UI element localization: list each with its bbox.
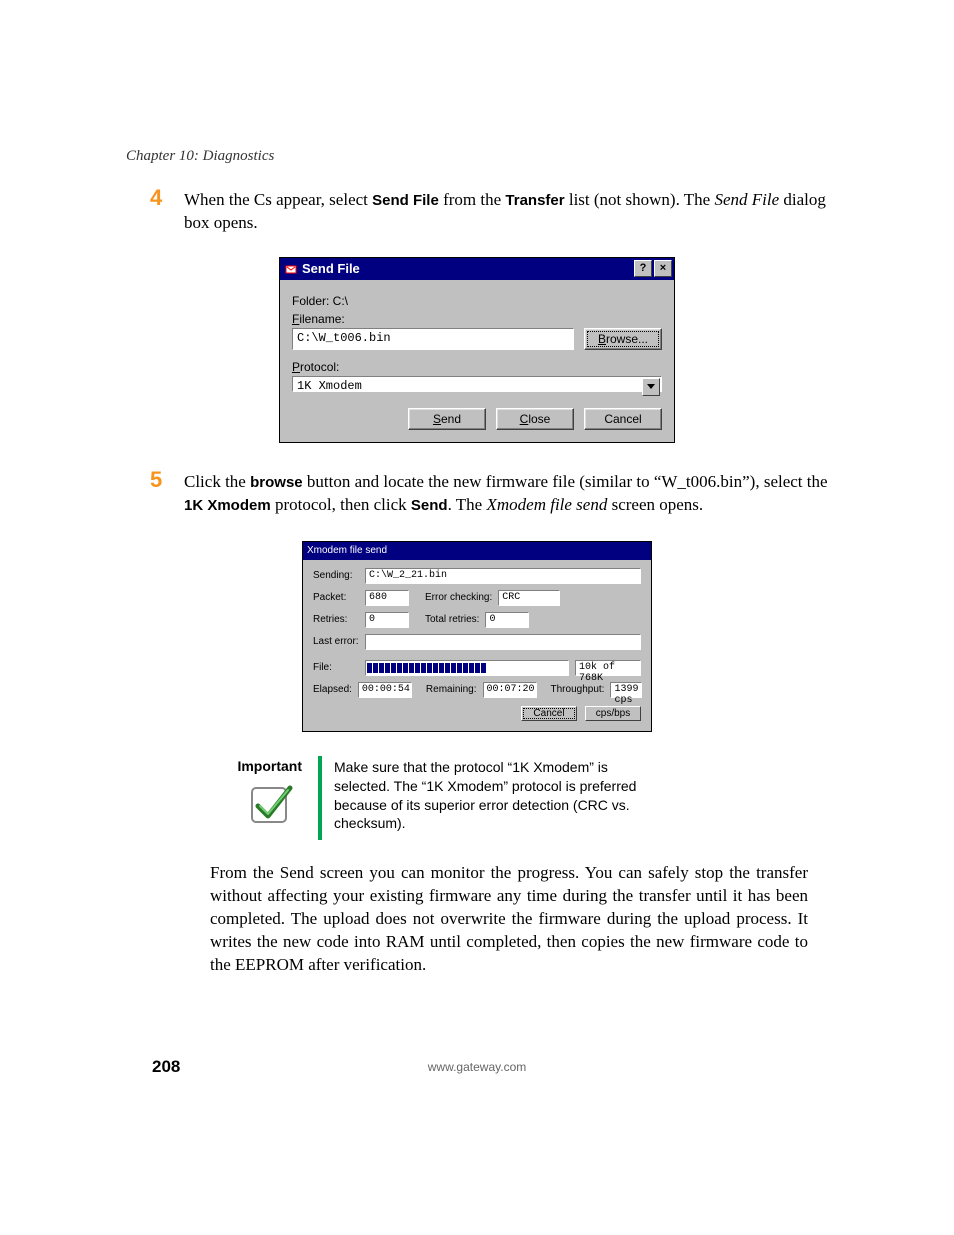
important-label: Important xyxy=(216,756,312,774)
protocol-label: Protocol: xyxy=(292,360,662,374)
throughput-label: Throughput: xyxy=(551,684,605,695)
total-retries-value: 0 xyxy=(485,612,529,628)
throughput-value: 1399 cps xyxy=(610,682,642,698)
titlebar: Xmodem file send xyxy=(303,542,651,560)
step-5: 5 Click the browse button and locate the… xyxy=(184,471,828,517)
footer-url: www.gateway.com xyxy=(428,1060,526,1074)
step-4-text: When the Cs appear, select Send File fro… xyxy=(184,189,828,235)
filename-label: Filename: xyxy=(292,312,662,326)
step-number: 4 xyxy=(150,185,162,211)
close-dialog-button[interactable]: Close xyxy=(496,408,574,430)
important-text: Make sure that the protocol “1K Xmodem” … xyxy=(334,756,654,834)
error-checking-label: Error checking: xyxy=(425,592,492,603)
chevron-down-icon[interactable] xyxy=(642,378,660,396)
file-progress xyxy=(365,660,569,676)
xmodem-send-dialog: Xmodem file send Sending: C:\W_2_21.bin … xyxy=(302,541,652,732)
protocol-value[interactable]: 1K Xmodem xyxy=(292,376,662,392)
cancel-button[interactable]: Cancel xyxy=(584,408,662,430)
file-status: 10k of 768K xyxy=(575,660,641,676)
step-5-text: Click the browse button and locate the n… xyxy=(184,471,828,517)
titlebar: Send File ? × xyxy=(280,258,674,280)
total-retries-label: Total retries: xyxy=(425,614,479,625)
dialog-title: Send File xyxy=(302,261,632,276)
page-footer: 208 www.gateway.com xyxy=(0,1057,954,1077)
cancel-button[interactable]: Cancel xyxy=(521,706,577,721)
important-callout: Important Make sure that the protocol “1… xyxy=(216,756,828,840)
protocol-combo[interactable]: 1K Xmodem xyxy=(292,376,662,392)
retries-label: Retries: xyxy=(313,614,359,625)
file-label: File: xyxy=(313,662,359,673)
filename-input[interactable]: C:\W_t006.bin xyxy=(292,328,574,350)
remaining-value: 00:07:20 xyxy=(483,682,537,698)
retries-value: 0 xyxy=(365,612,409,628)
step-number: 5 xyxy=(150,467,162,493)
folder-label: Folder: C:\ xyxy=(292,294,662,308)
packet-value: 680 xyxy=(365,590,409,606)
elapsed-label: Elapsed: xyxy=(313,684,352,695)
sending-label: Sending: xyxy=(313,570,359,581)
last-error-label: Last error: xyxy=(313,636,359,647)
help-button[interactable]: ? xyxy=(634,260,652,277)
app-icon xyxy=(284,262,298,276)
dialog-title: Xmodem file send xyxy=(307,545,649,556)
separator-bar xyxy=(318,756,322,840)
send-file-dialog: Send File ? × Folder: C:\ Filename: C:\W… xyxy=(279,257,675,443)
elapsed-value: 00:00:54 xyxy=(358,682,412,698)
checkmark-icon xyxy=(246,780,296,835)
step-4: 4 When the Cs appear, select Send File f… xyxy=(184,189,828,235)
error-checking-value: CRC xyxy=(498,590,560,606)
browse-button[interactable]: Browse... xyxy=(584,328,662,350)
send-button[interactable]: Send xyxy=(408,408,486,430)
page-number: 208 xyxy=(152,1057,180,1077)
packet-label: Packet: xyxy=(313,592,359,603)
remaining-label: Remaining: xyxy=(426,684,477,695)
sending-value: C:\W_2_21.bin xyxy=(365,568,641,584)
close-button[interactable]: × xyxy=(654,260,672,277)
last-error-value xyxy=(365,634,641,650)
chapter-heading: Chapter 10: Diagnostics xyxy=(126,148,828,165)
body-paragraph: From the Send screen you can monitor the… xyxy=(210,862,808,977)
cps-bps-button[interactable]: cps/bps xyxy=(585,706,641,721)
